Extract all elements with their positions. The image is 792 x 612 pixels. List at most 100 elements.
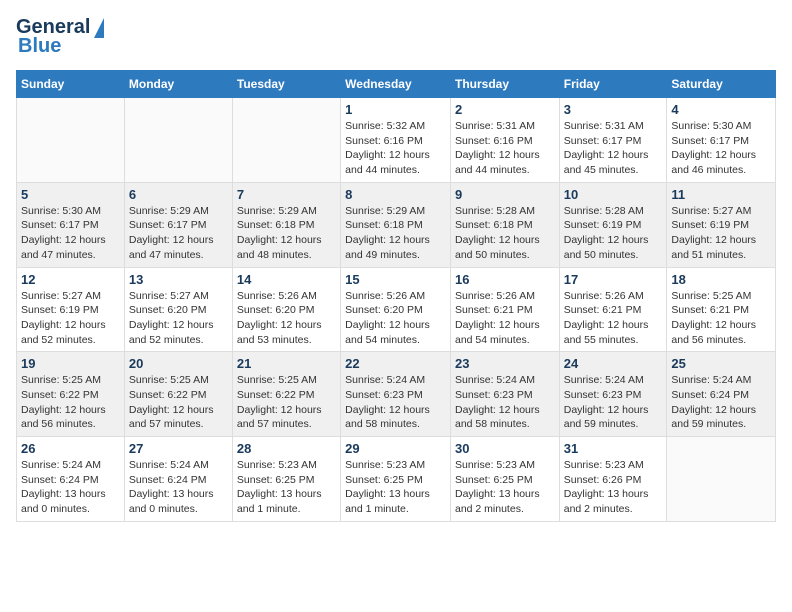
header-sunday: Sunday [17,71,125,98]
day-info: Sunrise: 5:24 AMSunset: 6:23 PMDaylight:… [455,373,555,432]
logo-triangle-icon [94,18,104,38]
calendar-cell: 21 Sunrise: 5:25 AMSunset: 6:22 PMDayligh… [232,352,340,437]
calendar-cell: 23 Sunrise: 5:24 AMSunset: 6:23 PMDayligh… [450,352,559,437]
day-number: 25 [671,356,771,371]
day-number: 23 [455,356,555,371]
day-number: 13 [129,272,228,287]
day-info: Sunrise: 5:26 AMSunset: 6:21 PMDaylight:… [455,289,555,348]
header-monday: Monday [124,71,232,98]
page-header: General Blue [16,16,776,58]
day-number: 11 [671,187,771,202]
day-number: 7 [237,187,336,202]
day-number: 21 [237,356,336,371]
day-info: Sunrise: 5:31 AMSunset: 6:16 PMDaylight:… [455,119,555,178]
day-info: Sunrise: 5:29 AMSunset: 6:18 PMDaylight:… [345,204,446,263]
day-number: 10 [564,187,663,202]
day-info: Sunrise: 5:24 AMSunset: 6:23 PMDaylight:… [345,373,446,432]
header-friday: Friday [559,71,667,98]
day-info: Sunrise: 5:24 AMSunset: 6:24 PMDaylight:… [671,373,771,432]
calendar-cell: 31 Sunrise: 5:23 AMSunset: 6:26 PMDayligh… [559,437,667,522]
calendar-cell: 14 Sunrise: 5:26 AMSunset: 6:20 PMDayligh… [232,267,340,352]
calendar-header-row: SundayMondayTuesdayWednesdayThursdayFrid… [17,71,776,98]
calendar-cell: 3Sunrise: 5:31 AMSunset: 6:17 PMDaylight… [559,98,667,183]
calendar-cell: 2 Sunrise: 5:31 AMSunset: 6:16 PMDaylight… [450,98,559,183]
calendar-week-row: 19Sunrise: 5:25 AMSunset: 6:22 PMDayligh… [17,352,776,437]
calendar-week-row: 5 Sunrise: 5:30 AMSunset: 6:17 PMDaylight… [17,182,776,267]
calendar-cell: 29 Sunrise: 5:23 AMSunset: 6:25 PMDayligh… [341,437,451,522]
calendar-cell: 8Sunrise: 5:29 AMSunset: 6:18 PMDaylight… [341,182,451,267]
day-info: Sunrise: 5:27 AMSunset: 6:19 PMDaylight:… [21,289,120,348]
day-number: 24 [564,356,663,371]
calendar-cell: 4Sunrise: 5:30 AMSunset: 6:17 PMDaylight… [667,98,776,183]
day-number: 17 [564,272,663,287]
calendar-table: SundayMondayTuesdayWednesdayThursdayFrid… [16,70,776,522]
day-number: 15 [345,272,446,287]
day-number: 26 [21,441,120,456]
calendar-cell [124,98,232,183]
day-info: Sunrise: 5:23 AMSunset: 6:25 PMDaylight:… [345,458,446,517]
day-number: 29 [345,441,446,456]
calendar-cell: 9 Sunrise: 5:28 AMSunset: 6:18 PMDaylight… [450,182,559,267]
calendar-cell: 20 Sunrise: 5:25 AMSunset: 6:22 PMDayligh… [124,352,232,437]
day-info: Sunrise: 5:25 AMSunset: 6:22 PMDaylight:… [129,373,228,432]
day-info: Sunrise: 5:25 AMSunset: 6:22 PMDaylight:… [21,373,120,432]
calendar-week-row: 26 Sunrise: 5:24 AMSunset: 6:24 PMDayligh… [17,437,776,522]
day-info: Sunrise: 5:26 AMSunset: 6:20 PMDaylight:… [345,289,446,348]
day-info: Sunrise: 5:29 AMSunset: 6:18 PMDaylight:… [237,204,336,263]
day-number: 20 [129,356,228,371]
day-info: Sunrise: 5:25 AMSunset: 6:22 PMDaylight:… [237,373,336,432]
day-info: Sunrise: 5:30 AMSunset: 6:17 PMDaylight:… [671,119,771,178]
day-number: 22 [345,356,446,371]
day-info: Sunrise: 5:23 AMSunset: 6:26 PMDaylight:… [564,458,663,517]
header-wednesday: Wednesday [341,71,451,98]
day-number: 12 [21,272,120,287]
calendar-week-row: 1Sunrise: 5:32 AMSunset: 6:16 PMDaylight… [17,98,776,183]
day-number: 2 [455,102,555,117]
day-number: 6 [129,187,228,202]
calendar-week-row: 12 Sunrise: 5:27 AMSunset: 6:19 PMDayligh… [17,267,776,352]
calendar-cell: 19Sunrise: 5:25 AMSunset: 6:22 PMDayligh… [17,352,125,437]
day-info: Sunrise: 5:24 AMSunset: 6:23 PMDaylight:… [564,373,663,432]
logo-text-blue: Blue [18,35,61,58]
calendar-cell: 25 Sunrise: 5:24 AMSunset: 6:24 PMDayligh… [667,352,776,437]
calendar-cell: 28Sunrise: 5:23 AMSunset: 6:25 PMDayligh… [232,437,340,522]
day-number: 16 [455,272,555,287]
day-info: Sunrise: 5:28 AMSunset: 6:18 PMDaylight:… [455,204,555,263]
calendar-cell [17,98,125,183]
calendar-cell: 24 Sunrise: 5:24 AMSunset: 6:23 PMDayligh… [559,352,667,437]
day-number: 28 [237,441,336,456]
day-info: Sunrise: 5:27 AMSunset: 6:19 PMDaylight:… [671,204,771,263]
calendar-cell: 12 Sunrise: 5:27 AMSunset: 6:19 PMDayligh… [17,267,125,352]
calendar-cell: 16 Sunrise: 5:26 AMSunset: 6:21 PMDayligh… [450,267,559,352]
logo: General Blue [16,16,104,58]
calendar-cell [667,437,776,522]
calendar-cell: 15 Sunrise: 5:26 AMSunset: 6:20 PMDayligh… [341,267,451,352]
calendar-cell: 1Sunrise: 5:32 AMSunset: 6:16 PMDaylight… [341,98,451,183]
day-info: Sunrise: 5:31 AMSunset: 6:17 PMDaylight:… [564,119,663,178]
day-info: Sunrise: 5:25 AMSunset: 6:21 PMDaylight:… [671,289,771,348]
day-number: 5 [21,187,120,202]
calendar-cell: 30 Sunrise: 5:23 AMSunset: 6:25 PMDayligh… [450,437,559,522]
day-number: 14 [237,272,336,287]
day-number: 30 [455,441,555,456]
day-info: Sunrise: 5:26 AMSunset: 6:20 PMDaylight:… [237,289,336,348]
day-info: Sunrise: 5:24 AMSunset: 6:24 PMDaylight:… [129,458,228,517]
day-number: 27 [129,441,228,456]
day-number: 1 [345,102,446,117]
day-info: Sunrise: 5:23 AMSunset: 6:25 PMDaylight:… [455,458,555,517]
calendar-cell: 26 Sunrise: 5:24 AMSunset: 6:24 PMDayligh… [17,437,125,522]
calendar-cell: 17Sunrise: 5:26 AMSunset: 6:21 PMDayligh… [559,267,667,352]
header-saturday: Saturday [667,71,776,98]
calendar-cell: 27 Sunrise: 5:24 AMSunset: 6:24 PMDayligh… [124,437,232,522]
calendar-cell: 18 Sunrise: 5:25 AMSunset: 6:21 PMDayligh… [667,267,776,352]
calendar-cell: 10 Sunrise: 5:28 AMSunset: 6:19 PMDayligh… [559,182,667,267]
day-info: Sunrise: 5:30 AMSunset: 6:17 PMDaylight:… [21,204,120,263]
day-info: Sunrise: 5:24 AMSunset: 6:24 PMDaylight:… [21,458,120,517]
day-info: Sunrise: 5:27 AMSunset: 6:20 PMDaylight:… [129,289,228,348]
day-info: Sunrise: 5:28 AMSunset: 6:19 PMDaylight:… [564,204,663,263]
day-number: 18 [671,272,771,287]
header-tuesday: Tuesday [232,71,340,98]
day-number: 9 [455,187,555,202]
header-thursday: Thursday [450,71,559,98]
day-number: 31 [564,441,663,456]
